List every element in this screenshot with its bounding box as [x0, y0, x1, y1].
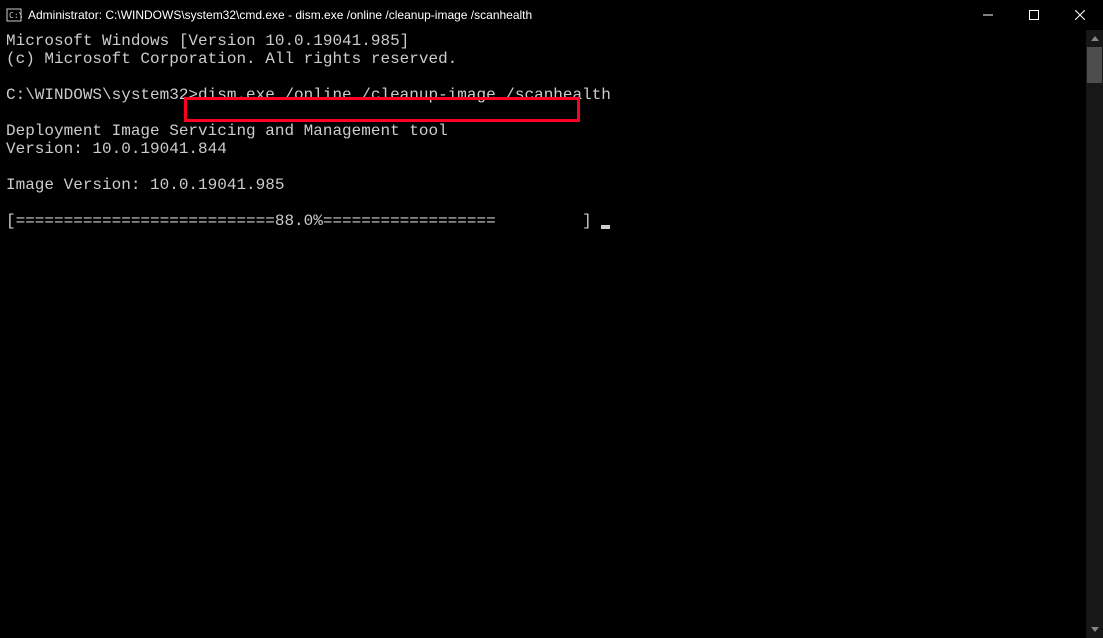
- titlebar-controls: [965, 0, 1103, 30]
- output-line: Version: 10.0.19041.844: [6, 140, 227, 158]
- cmd-window: C:\ Administrator: C:\WINDOWS\system32\c…: [0, 0, 1103, 638]
- cmd-icon: C:\: [6, 7, 22, 23]
- maximize-button[interactable]: [1011, 0, 1057, 30]
- svg-text:C:\: C:\: [9, 11, 22, 20]
- close-button[interactable]: [1057, 0, 1103, 30]
- prompt-prefix: C:\WINDOWS\system32>: [6, 86, 198, 104]
- scrollbar-thumb[interactable]: [1087, 47, 1102, 83]
- output-line: Deployment Image Servicing and Managemen…: [6, 122, 448, 140]
- output-line: Microsoft Windows [Version 10.0.19041.98…: [6, 32, 409, 50]
- minimize-button[interactable]: [965, 0, 1011, 30]
- output-line: Image Version: 10.0.19041.985: [6, 176, 284, 194]
- titlebar[interactable]: C:\ Administrator: C:\WINDOWS\system32\c…: [0, 0, 1103, 30]
- scroll-down-button[interactable]: [1086, 621, 1103, 638]
- terminal-content: Microsoft Windows [Version 10.0.19041.98…: [0, 30, 1103, 232]
- scrollbar[interactable]: [1086, 30, 1103, 638]
- window-title: Administrator: C:\WINDOWS\system32\cmd.e…: [28, 8, 965, 22]
- scrollbar-track[interactable]: [1086, 47, 1103, 621]
- progress-bar: [===========================88.0%=======…: [6, 212, 601, 230]
- output-line: (c) Microsoft Corporation. All rights re…: [6, 50, 457, 68]
- cursor: [601, 225, 610, 229]
- terminal-body[interactable]: Microsoft Windows [Version 10.0.19041.98…: [0, 30, 1103, 638]
- scroll-up-button[interactable]: [1086, 30, 1103, 47]
- command-text: dism.exe /online /cleanup-image /scanhea…: [198, 86, 611, 104]
